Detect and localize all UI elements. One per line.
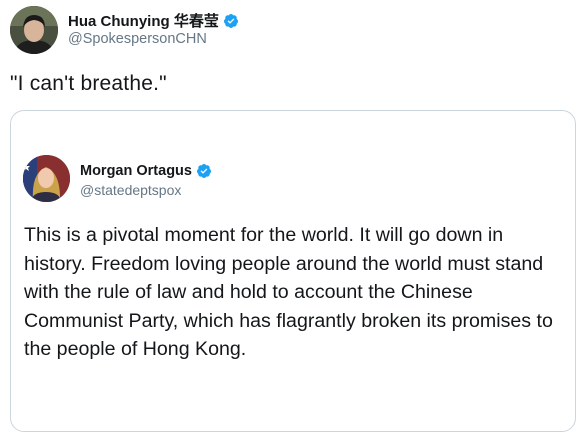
- verified-badge-icon: [196, 163, 212, 179]
- author-avatar[interactable]: [10, 6, 58, 54]
- tweet: Hua Chunying 华春莹 @SpokespersonCHN "I can…: [0, 0, 584, 437]
- tweet-text: "I can't breathe.": [10, 72, 167, 95]
- author-handle[interactable]: @SpokespersonCHN: [68, 31, 207, 47]
- avatar-photo-icon: [23, 155, 70, 202]
- avatar-photo-icon: [10, 6, 58, 54]
- author-display-name[interactable]: Hua Chunying 华春莹: [68, 10, 219, 31]
- quoted-author-handle[interactable]: @statedeptspox: [80, 182, 181, 198]
- author-name-row[interactable]: Hua Chunying 华春莹: [68, 10, 239, 31]
- quoted-author-name-row[interactable]: Morgan Ortagus: [80, 163, 212, 179]
- verified-badge-icon: [223, 13, 239, 29]
- quoted-author-avatar[interactable]: [23, 155, 70, 202]
- quoted-tweet-text: This is a pivotal moment for the world. …: [24, 224, 553, 361]
- quoted-author-display-name[interactable]: Morgan Ortagus: [80, 163, 192, 179]
- quoted-tweet-card[interactable]: Morgan Ortagus @statedeptspox This is a …: [10, 110, 576, 432]
